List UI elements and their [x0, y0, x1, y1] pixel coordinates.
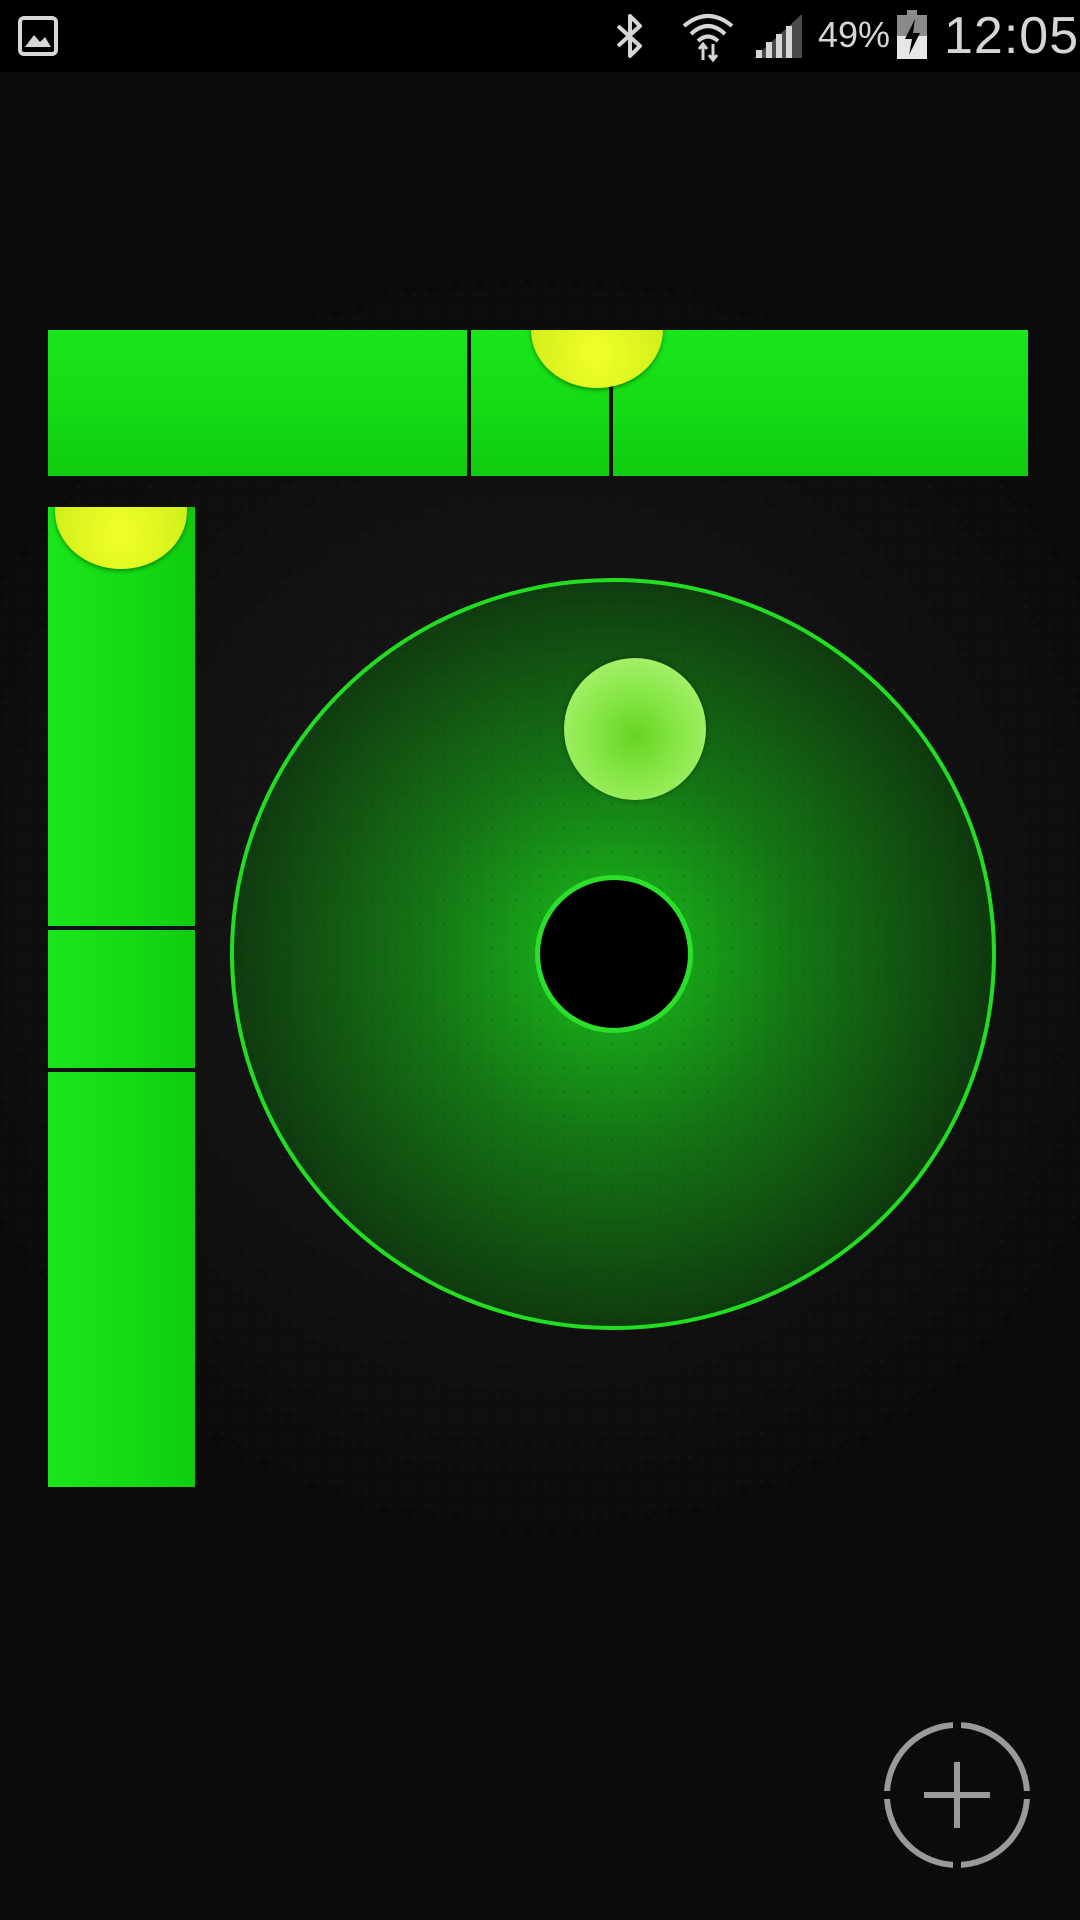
bullseye-center-target	[535, 875, 693, 1033]
bluetooth-icon	[616, 14, 642, 58]
horizontal-bubble	[530, 330, 663, 388]
bullseye-bubble	[563, 658, 706, 801]
battery-percent: 49%	[818, 14, 891, 55]
vertical-level-tube	[48, 507, 195, 1487]
calibrate-button[interactable]	[882, 1720, 1032, 1870]
clock: 12:05	[944, 7, 1080, 65]
vertical-bubble	[55, 507, 187, 569]
gallery-notification-icon	[18, 16, 58, 56]
wifi-icon	[682, 14, 734, 63]
vertical-center-mark-bottom	[48, 1068, 195, 1072]
crosshair-plus-icon	[882, 1720, 1032, 1870]
vertical-center-mark-top	[48, 926, 195, 930]
status-bar: 49% 12:05	[0, 0, 1080, 72]
signal-icon	[754, 14, 802, 58]
horizontal-level-tube	[48, 330, 1028, 476]
horizontal-center-mark-left	[467, 330, 471, 476]
battery-charging-icon	[897, 10, 927, 59]
